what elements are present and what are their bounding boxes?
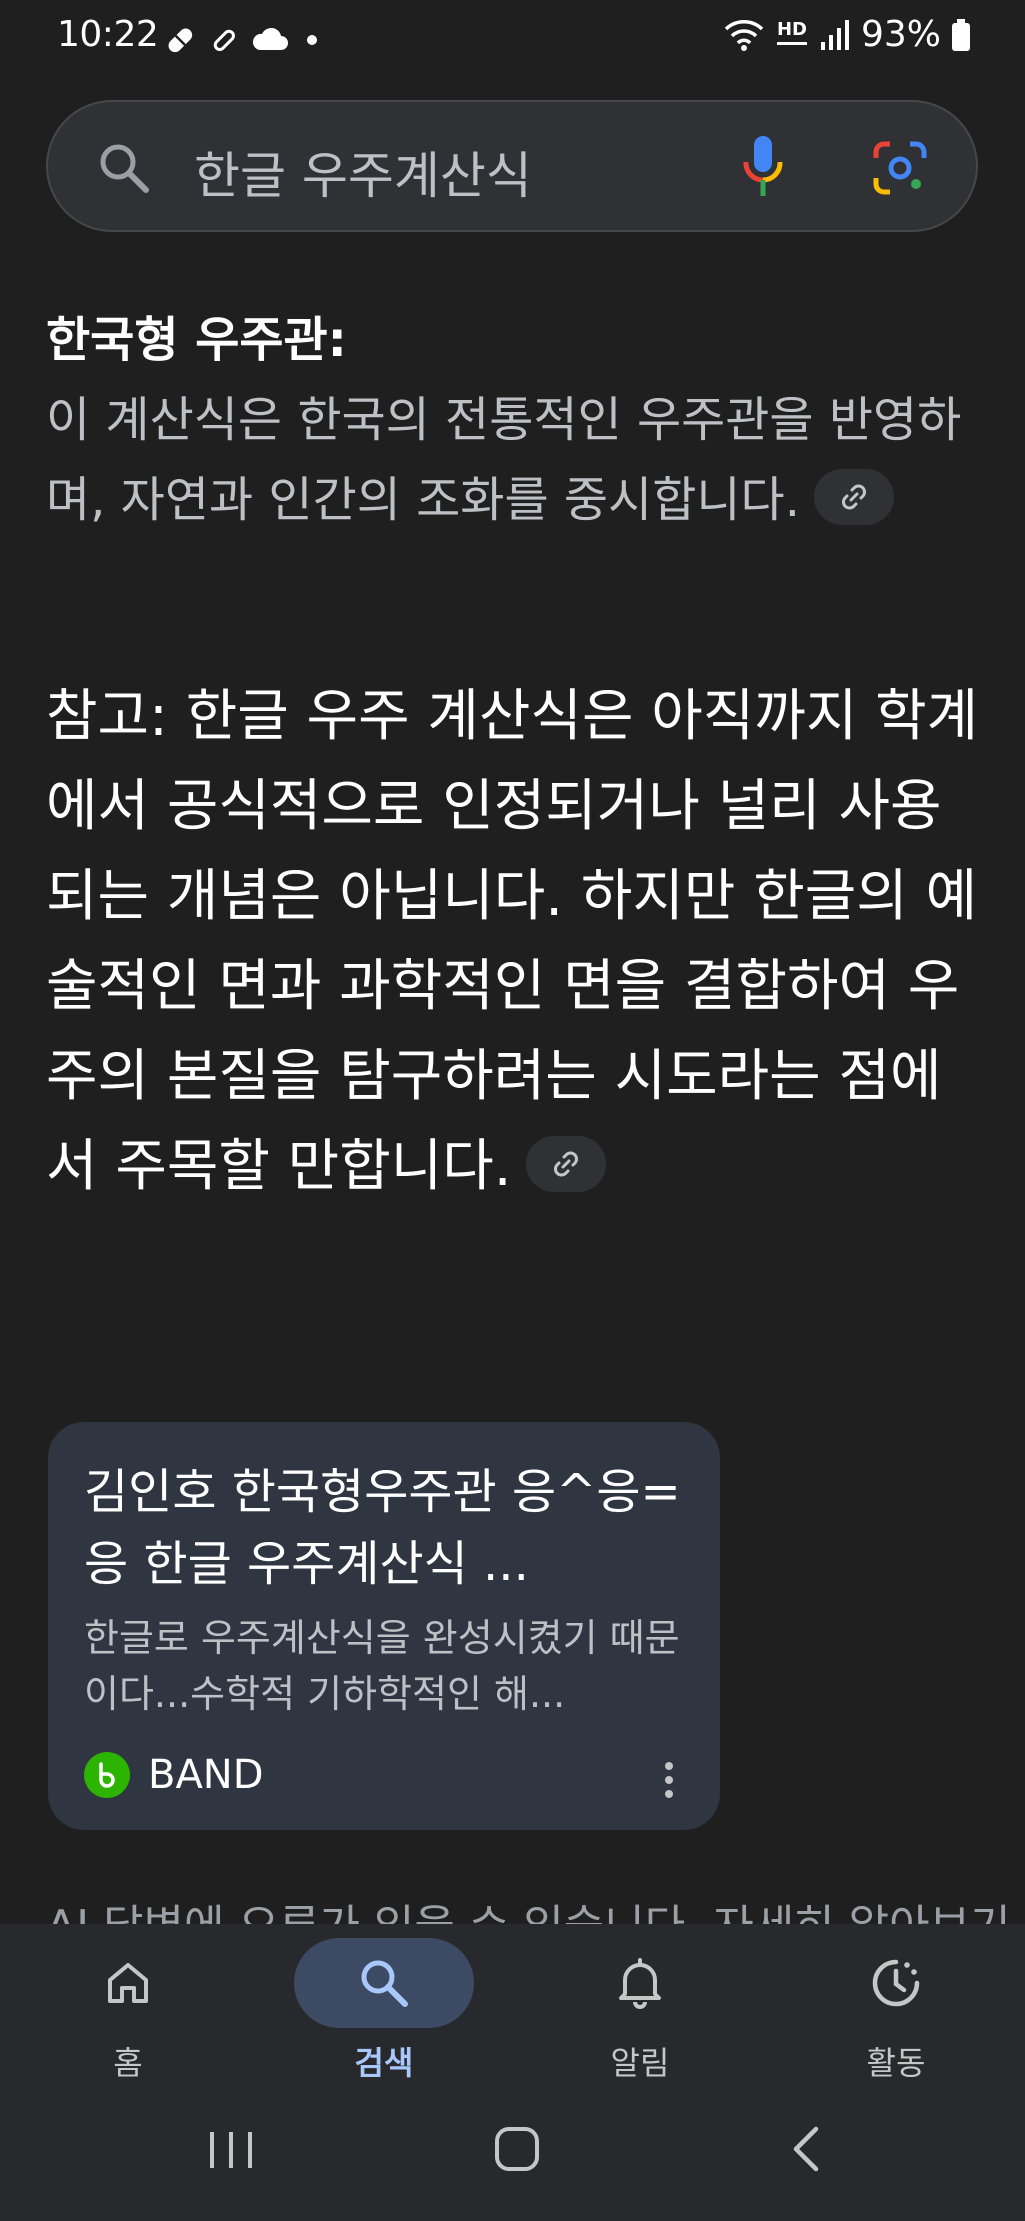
hd-label: HD xyxy=(776,18,807,40)
back-button[interactable] xyxy=(786,2124,826,2174)
card-source: BAND xyxy=(84,1752,264,1798)
search-bar[interactable]: 한글 우주계산식 xyxy=(46,100,978,232)
bell-icon xyxy=(619,1958,661,2009)
section-body: 이 계산식은 한국의 전통적인 우주관을 반영하며, 자연과 인간의 조화를 중… xyxy=(46,380,976,540)
link-icon xyxy=(553,1151,578,1177)
nav-label-home: 홈 xyxy=(113,2044,143,2082)
pill-icon xyxy=(168,28,193,53)
pill-small-icon xyxy=(213,29,235,51)
status-bar: 10:22 HD 93% xyxy=(0,0,1025,80)
recent-apps-button[interactable] xyxy=(206,2126,256,2174)
search-query[interactable]: 한글 우주계산식 xyxy=(194,136,532,208)
card-title[interactable]: 김인호 한국형우주관 응^응=응 한글 우주계산식 ... xyxy=(84,1456,684,1600)
search-icon[interactable] xyxy=(96,140,152,196)
note-text: 참고: 한글 우주 계산식은 아직까지 학계에서 공식적으로 인정되거나 널리 … xyxy=(46,684,979,1199)
section-heading: 한국형 우주관: xyxy=(46,312,347,368)
cloud-icon xyxy=(252,27,288,50)
card-source-name: BAND xyxy=(148,1752,264,1798)
status-right: HD 93% xyxy=(723,14,971,55)
nav-label-activity: 활동 xyxy=(866,2044,926,2082)
battery-icon xyxy=(952,18,970,51)
nav-icon-container-active xyxy=(294,1938,474,2028)
activity-icon xyxy=(872,1959,920,2007)
dot-icon xyxy=(307,35,317,45)
nav-icon-container xyxy=(38,1938,218,2028)
nav-icon-container xyxy=(806,1938,986,2028)
nav-label-notifications: 알림 xyxy=(610,2044,670,2082)
battery-percent: 93% xyxy=(860,14,941,55)
citation-link-button[interactable] xyxy=(813,469,894,525)
nav-item-search[interactable]: 검색 xyxy=(256,1924,512,2104)
bottom-navigation: 홈 검색 알림 활동 xyxy=(0,1924,1025,2221)
status-time: 10:22 xyxy=(57,14,159,55)
nav-icon-container xyxy=(550,1938,730,2028)
nav-item-home[interactable]: 홈 xyxy=(0,1924,256,2104)
hd-voice-icon: HD xyxy=(775,18,809,49)
note-paragraph: 참고: 한글 우주 계산식은 아직까지 학계에서 공식적으로 인정되거나 널리 … xyxy=(46,672,986,1212)
notification-icons xyxy=(162,22,322,58)
system-navigation-bar xyxy=(0,2110,1025,2200)
mic-icon[interactable] xyxy=(740,134,786,200)
nav-label-search: 검색 xyxy=(354,2044,414,2082)
card-snippet: 한글로 우주계산식을 완성시켰기 때문이다...수학적 기하학적인 해... xyxy=(84,1616,680,1716)
home-button[interactable] xyxy=(492,2124,542,2174)
source-card[interactable]: 김인호 한국형우주관 응^응=응 한글 우주계산식 ... 한글로 우주계산식을… xyxy=(48,1422,720,1830)
more-vert-icon[interactable] xyxy=(662,1760,676,1800)
citation-link-button[interactable] xyxy=(525,1135,606,1192)
search-icon xyxy=(361,1960,408,2007)
google-lens-icon[interactable] xyxy=(872,140,928,196)
wifi-icon xyxy=(724,19,764,51)
nav-item-activity[interactable]: 활동 xyxy=(768,1924,1024,2104)
band-logo-icon xyxy=(84,1752,130,1798)
nav-item-notifications[interactable]: 알림 xyxy=(512,1924,768,2104)
voice-mark-icon xyxy=(776,41,807,45)
link-icon xyxy=(841,484,866,510)
signal-icon xyxy=(820,19,849,50)
home-icon xyxy=(108,1963,148,2003)
